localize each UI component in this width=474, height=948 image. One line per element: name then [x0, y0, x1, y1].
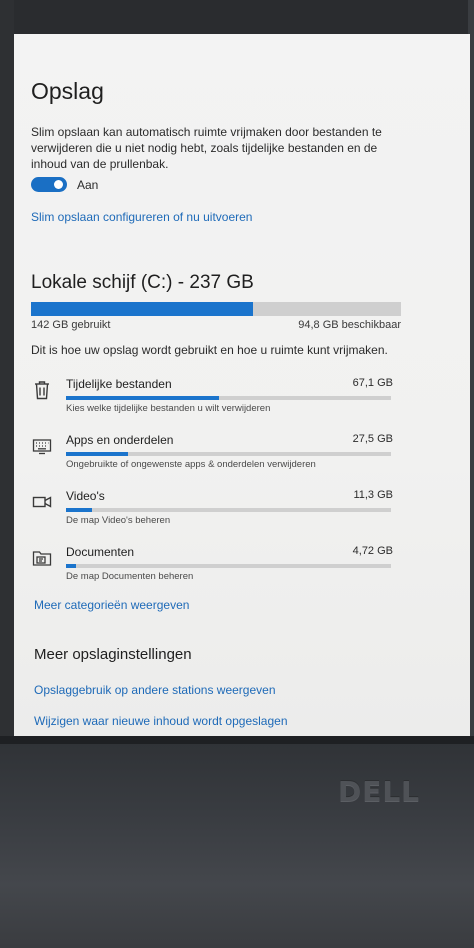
- category-size: 11,3 GB: [353, 489, 393, 501]
- category-usage-bar-fill: [66, 396, 219, 400]
- dell-logo: DELL: [337, 775, 421, 808]
- category-size: 4,72 GB: [352, 545, 393, 557]
- toggle-knob: [54, 180, 63, 189]
- category-description: Ongebruikte of ongewenste apps & onderde…: [66, 459, 316, 470]
- configure-smart-storage-link[interactable]: Slim opslaan configureren of nu uitvoere…: [31, 210, 252, 224]
- category-name: Apps en onderdelen: [66, 433, 174, 447]
- category-name: Tijdelijke bestanden: [66, 377, 172, 391]
- category-usage-bar-fill: [66, 564, 76, 568]
- category-description: De map Documenten beheren: [66, 571, 194, 582]
- category-description: Kies welke tijdelijke bestanden u wilt v…: [66, 403, 271, 414]
- change-save-location-link[interactable]: Wijzigen waar nieuwe inhoud wordt opgesl…: [34, 714, 288, 728]
- video-camera-icon: [31, 491, 53, 513]
- drive-used-label: 142 GB gebruikt: [31, 319, 111, 331]
- category-size: 27,5 GB: [352, 433, 393, 445]
- category-videos[interactable]: Video's 11,3 GB De map Video's beheren: [31, 487, 411, 533]
- category-usage-bar: [66, 508, 391, 512]
- category-name: Documenten: [66, 545, 135, 559]
- category-temp-files[interactable]: Tijdelijke bestanden 67,1 GB Kies welke …: [31, 375, 411, 421]
- category-usage-bar: [66, 452, 391, 456]
- category-apps[interactable]: Apps en onderdelen 27,5 GB Ongebruikte o…: [31, 431, 411, 477]
- drive-title: Lokale schijf (C:) - 237 GB: [31, 272, 254, 293]
- category-size: 67,1 GB: [352, 377, 393, 389]
- documents-folder-icon: [31, 547, 53, 569]
- photo-frame-top: [0, 0, 474, 36]
- category-documents[interactable]: Documenten 4,72 GB De map Documenten beh…: [31, 543, 411, 589]
- toggle-state-label: Aan: [77, 178, 99, 192]
- laptop-bezel: [0, 736, 474, 948]
- drive-usage-bar: [31, 302, 401, 316]
- category-name: Video's: [66, 489, 105, 503]
- page-title: Opslag: [31, 78, 104, 104]
- more-settings-title: Meer opslaginstellingen: [34, 646, 192, 663]
- trash-icon: [31, 379, 53, 401]
- category-usage-bar: [66, 396, 391, 400]
- more-categories-link[interactable]: Meer categorieën weergeven: [34, 598, 189, 612]
- drive-usage-bar-fill: [31, 302, 253, 316]
- category-usage-bar-fill: [66, 452, 128, 456]
- category-usage-bar-fill: [66, 508, 92, 512]
- settings-window: Opslag Slim opslaan kan automatisch ruim…: [14, 34, 470, 738]
- storage-intro-text: Dit is hoe uw opslag wordt gebruikt en h…: [31, 343, 388, 357]
- smart-storage-toggle[interactable]: [31, 177, 67, 192]
- other-drives-usage-link[interactable]: Opslaggebruik op andere stations weergev…: [34, 683, 276, 697]
- category-description: De map Video's beheren: [66, 515, 171, 526]
- bezel-edge: [0, 736, 474, 744]
- smart-storage-description: Slim opslaan kan automatisch ruimte vrij…: [31, 125, 382, 171]
- drive-free-label: 94,8 GB beschikbaar: [298, 319, 401, 331]
- keyboard-icon: [31, 435, 53, 457]
- category-usage-bar: [66, 564, 391, 568]
